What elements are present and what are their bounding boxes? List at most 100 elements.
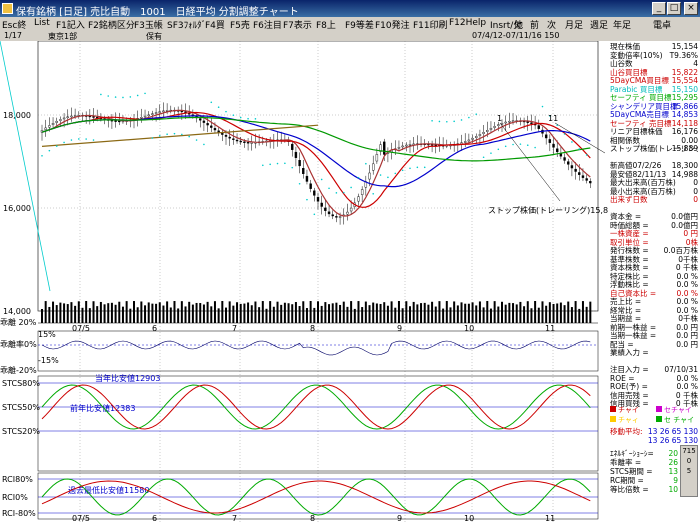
parabolic-dot [144,92,146,95]
volume-bar [92,301,95,323]
candle-body [147,114,150,117]
volume-bar [313,307,316,323]
menu-item-3[interactable]: F2銘柄区分 [88,18,135,30]
candle-body [66,116,69,119]
candle-body [48,125,51,128]
volume-bar [589,301,592,323]
menu-item-10[interactable]: F8上 [316,18,336,30]
stcs-level-label: STCS20% [2,427,40,436]
volume-bar [236,302,239,323]
volume-bar [77,301,80,323]
menu-item-8[interactable]: F6注目 [253,18,282,30]
menu-item-0[interactable]: Esc終 [2,18,26,30]
close-button[interactable]: × [684,2,698,15]
menu-item-12[interactable]: F10発注 [375,18,410,30]
oscillator-legend: チャイ セチャイ チャィ セ チャイ [610,405,698,425]
month-label-top: 07/5 [72,324,90,333]
chart-area[interactable]: 18,000 16,000 14,000 07/5 07/5 6 6 7 7 8 8 9 9 10 10 11… [0,41,608,524]
menu-item-1[interactable]: List [34,18,50,28]
candle-body [383,141,386,155]
menu-item-7[interactable]: F5売 [230,18,250,30]
candle-body [210,125,213,128]
parabolic-dot [512,143,514,146]
volume-bar [416,304,419,323]
volume-bar [173,301,176,323]
scroll-indicator-label: 715 [682,447,696,455]
menu-item-2[interactable]: F1記入 [56,18,85,30]
candle-body [199,118,202,121]
candle-body [55,120,58,123]
scroll-indicator-label: 0 [686,457,692,465]
menu-item-5[interactable]: SF3ﾌｫﾙﾀﾞ [167,18,206,30]
parabolic-dot [468,116,470,119]
parabolic-dot [181,133,183,136]
volume-bar [442,308,445,323]
candle-body [475,136,478,138]
volume-bar [489,308,492,323]
volume-bar [166,301,169,323]
month-label-top: 7 [232,324,237,333]
parabolic-dot [173,132,176,135]
menu-item-22[interactable]: 電卓 [653,18,671,30]
menu-item-13[interactable]: F11印刷 [413,18,448,30]
volume-bar [530,308,533,323]
parabolic-dot [129,96,132,98]
menu-item-20[interactable]: 週足 [590,18,608,30]
candle-body [331,214,334,217]
volume-bar [287,303,290,323]
parabolic-dot [460,119,463,121]
minimize-button[interactable]: _ [652,2,666,15]
period-label: 07/4/12-07/11/16 150 [472,31,560,40]
candle-body [309,183,312,189]
parabolic-dot [490,152,492,154]
month-label-bottom: 6 [152,514,157,523]
menu-item-21[interactable]: 年足 [613,18,631,30]
volume-bar [541,301,544,323]
menu-item-14[interactable]: F12Help [449,18,486,28]
volume-bar [48,306,51,323]
parabolic-dot [504,145,507,148]
tail-row-label: 乖離率 = [610,458,642,467]
menu-item-11[interactable]: F9等差 [345,18,374,30]
candle-body [500,122,504,125]
candle-body [235,139,239,142]
menu-item-9[interactable]: F7表示 [283,18,312,30]
menu-item-16[interactable]: 他 [514,18,523,30]
volume-bar [151,303,154,323]
parabolic-dot [188,135,190,138]
volume-bar [250,305,253,323]
menu-item-6[interactable]: F4買 [205,18,225,30]
parabolic-dot [379,174,382,176]
candle-body [140,117,143,119]
volume-bar [118,301,121,323]
menu-item-19[interactable]: 月足 [565,18,583,30]
parabolic-dot [298,182,301,185]
scroll-indicator[interactable]: 715 0 5 [680,445,698,497]
volume-bar [177,308,180,323]
price-axis-label: 18,000 [3,111,31,120]
volume-bar [129,308,132,323]
volume-bar [548,302,551,323]
kairi-line [41,340,591,356]
menu-item-17[interactable]: 前 [530,18,539,30]
candle-body [574,168,577,172]
ma-values-2: 13 26 65 130 [647,436,698,445]
parabolic-dot [70,139,73,141]
volume-bar [368,305,371,323]
tail-row-label: STCS期間 = [610,467,653,476]
candle-body [589,181,592,184]
maximize-button[interactable]: □ [667,2,681,15]
menu-item-4[interactable]: F3玉帳 [134,18,163,30]
prev-year-ratio-label: 前年比安値12383 [70,403,135,413]
month-label-bottom: 9 [397,514,402,523]
volume-bar [66,304,69,323]
candle-body [202,120,206,123]
candle-body [316,197,320,202]
parabolic-dot [423,166,426,169]
volume-bar [559,302,562,323]
volume-bar [456,305,459,323]
parabolic-dot [438,120,441,123]
month-label-top: 6 [152,324,157,333]
volume-bar [449,307,452,323]
menu-item-18[interactable]: 次 [547,18,556,30]
